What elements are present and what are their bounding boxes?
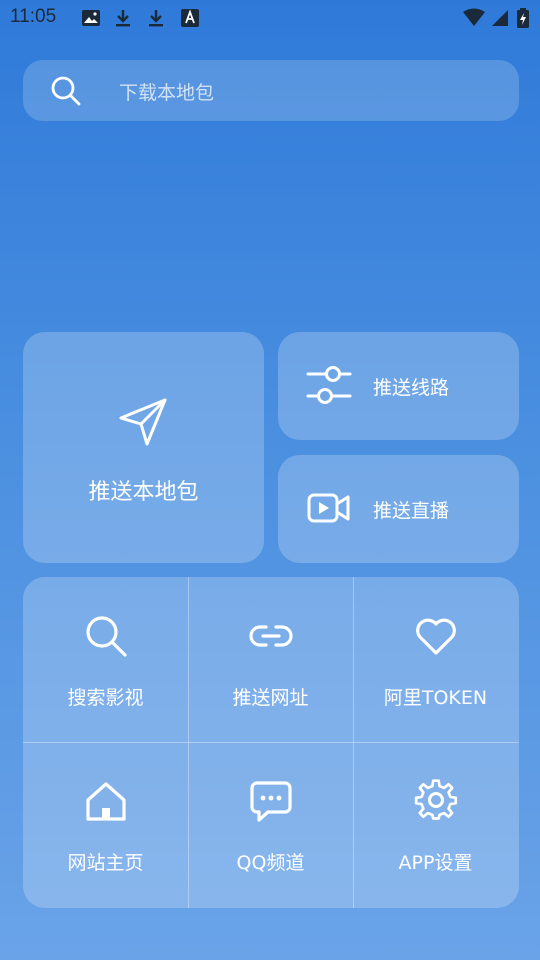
image-icon	[81, 8, 101, 28]
grid-item-label: 推送网址	[232, 687, 309, 709]
push-url-button[interactable]: 推送网址	[188, 577, 353, 742]
chat-icon	[248, 778, 294, 824]
grid-item-label: 阿里TOKEN	[383, 687, 488, 709]
push-live-button[interactable]: 推送直播	[278, 455, 519, 563]
battery-charging-icon	[516, 8, 530, 28]
download-icon	[146, 8, 166, 28]
link-icon	[248, 613, 294, 659]
push-route-label: 推送线路	[373, 377, 450, 399]
search-icon	[83, 613, 129, 659]
sliders-icon	[306, 362, 352, 408]
search-movies-button[interactable]: 搜索影视	[23, 577, 188, 742]
push-local-package-button[interactable]: 推送本地包	[23, 332, 264, 563]
search-input[interactable]: 下载本地包	[119, 78, 214, 105]
gear-icon	[413, 778, 459, 824]
heart-icon	[413, 613, 459, 659]
qq-channel-button[interactable]: QQ频道	[188, 742, 353, 907]
status-time: 11:05	[10, 6, 57, 27]
grid-item-label: APP设置	[398, 852, 473, 874]
download-icon	[113, 8, 133, 28]
home-icon	[83, 778, 129, 824]
grid-item-label: 网站主页	[67, 852, 144, 874]
push-local-package-label: 推送本地包	[88, 480, 199, 505]
wifi-icon	[462, 8, 486, 28]
search-icon	[49, 74, 83, 108]
status-bar: 11:05	[0, 0, 540, 36]
ali-token-button[interactable]: 阿里TOKEN	[353, 577, 518, 742]
grid-item-label: QQ频道	[236, 852, 305, 874]
video-icon	[306, 485, 352, 531]
feature-grid: 搜索影视 推送网址 阿里TOKEN 网站主页 QQ频道 APP设置	[23, 577, 519, 908]
search-bar[interactable]: 下载本地包	[23, 60, 519, 121]
signal-icon	[490, 8, 510, 28]
website-home-button[interactable]: 网站主页	[23, 742, 188, 907]
send-icon	[117, 396, 169, 448]
text-icon	[180, 8, 200, 28]
push-route-button[interactable]: 推送线路	[278, 332, 519, 440]
push-live-label: 推送直播	[373, 500, 450, 522]
grid-item-label: 搜索影视	[67, 687, 144, 709]
app-settings-button[interactable]: APP设置	[353, 742, 518, 907]
